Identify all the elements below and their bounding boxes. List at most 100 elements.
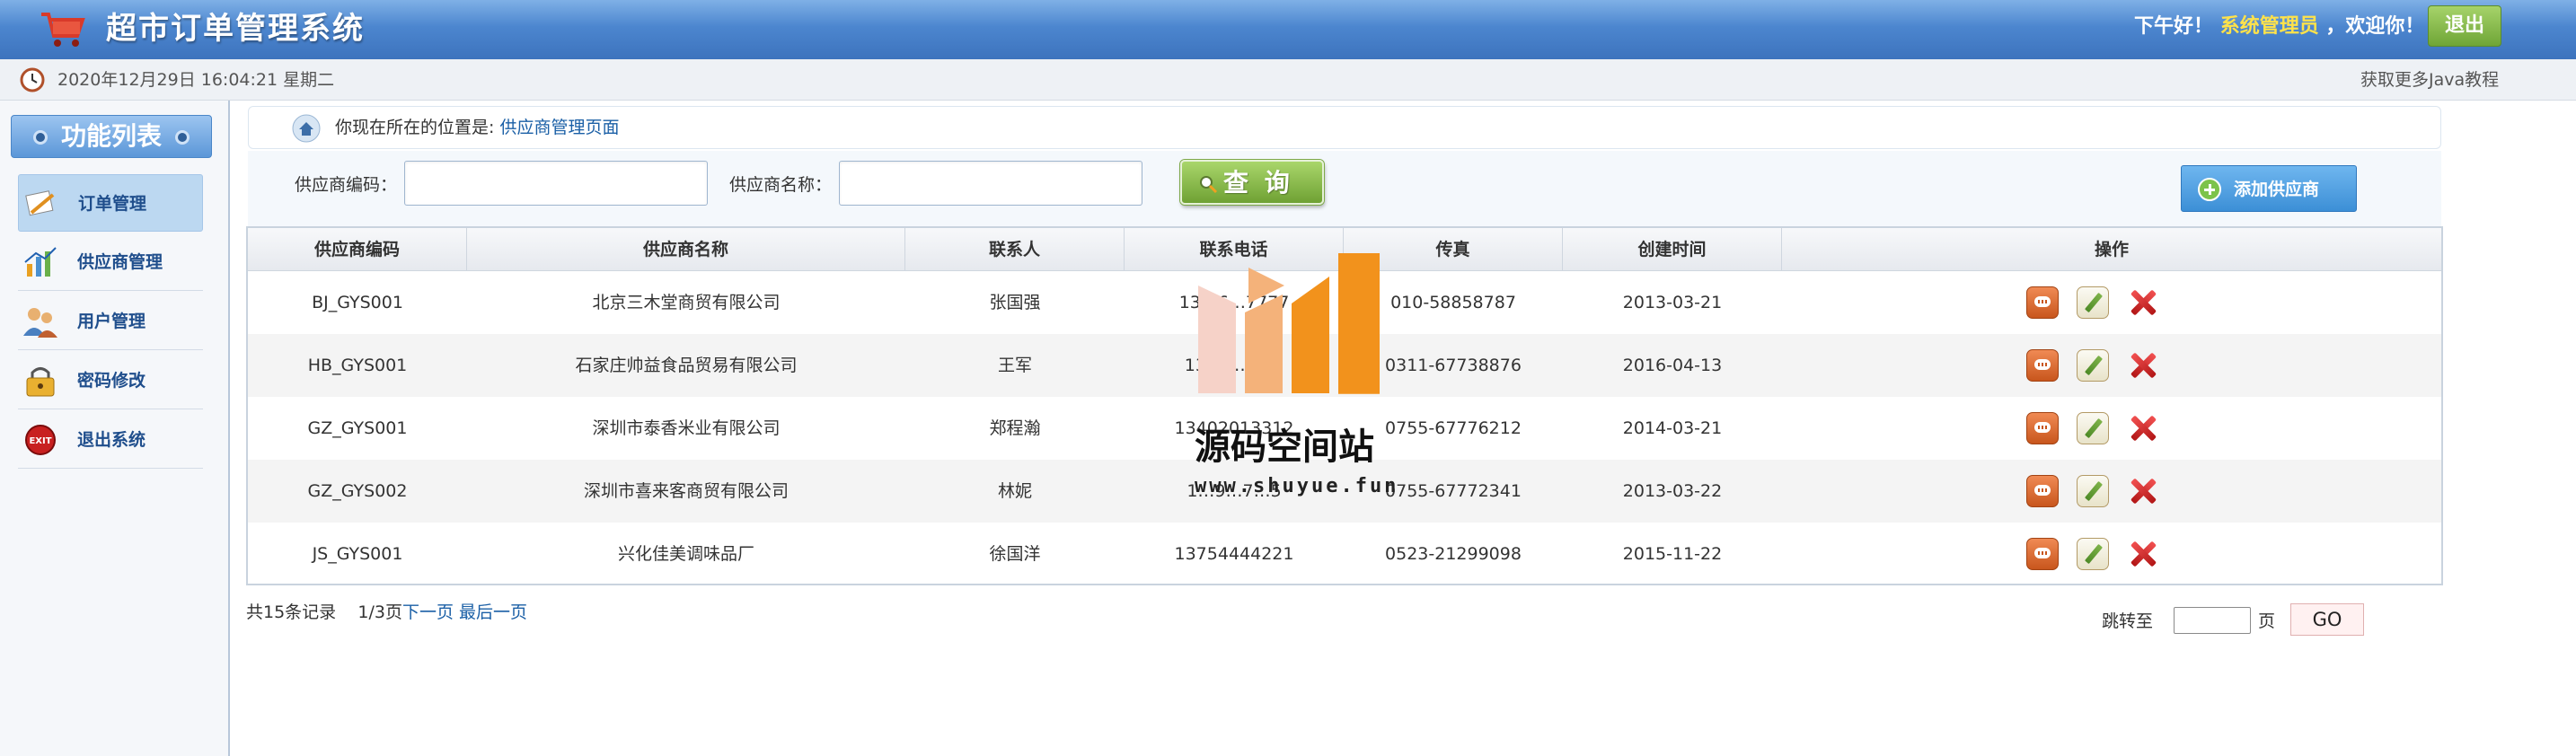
edit-icon[interactable] [2077,538,2109,570]
go-button[interactable]: GO [2290,603,2364,636]
cell-code: BJ_GYS001 [312,293,403,312]
supplier-table: 供应商编码 供应商名称 联系人 联系电话 传真 创建时间 操作 BJ_GYS00… [246,226,2443,585]
cell-fax: 0523-21299098 [1385,544,1522,564]
sidebar: 功能列表 订单管理 供应商管理 用户管理 密码修改 EXIT 退出系统 [0,101,230,756]
cell-created: 2016-04-13 [1622,356,1723,375]
cell-phone: 13…0…421 [1184,356,1284,375]
cell-contact: 徐国洋 [989,544,1041,564]
page-number-input[interactable] [2174,607,2251,634]
row-actions [2026,397,2224,460]
breadcrumb-current: 供应商管理页面 [499,118,620,137]
row-actions [2026,271,2224,334]
svg-text:EXIT: EXIT [29,436,51,446]
plus-icon [2198,178,2221,201]
table-row: HB_GYS001 石家庄帅益食品贸易有限公司 王军 13…0…421 0311… [248,334,2441,397]
cell-code: GZ_GYS002 [307,481,408,501]
edit-icon[interactable] [2077,286,2109,319]
cell-name: 深圳市喜来客商贸有限公司 [583,481,789,501]
sidebar-item-suppliers[interactable]: 供应商管理 [18,233,203,291]
query-button[interactable]: 查 询 [1180,160,1324,205]
table-row: BJ_GYS001 北京三木堂商贸有限公司 张国强 13…6…7777 010-… [248,271,2441,334]
supplier-code-label: 供应商编码： [295,175,398,195]
view-icon[interactable] [2026,412,2059,444]
sidebar-item-label: 退出系统 [77,430,146,450]
cell-contact: 郑程瀚 [989,418,1041,438]
sidebar-item-label: 供应商管理 [77,252,163,272]
sidebar-item-orders[interactable]: 订单管理 [18,174,203,232]
row-actions [2026,523,2224,585]
cell-created: 2013-03-22 [1622,481,1723,501]
exit-icon: EXIT [25,425,56,455]
sidebar-item-users[interactable]: 用户管理 [18,293,203,350]
table-row: GZ_GYS002 深圳市喜来客商贸有限公司 林妮 1…9…7…5 0755-6… [248,460,2441,523]
cell-name: 石家庄帅益食品贸易有限公司 [575,356,798,375]
delete-icon[interactable] [2127,538,2159,570]
cell-name: 深圳市泰香米业有限公司 [592,418,781,438]
logout-button[interactable]: 退出 [2428,5,2501,47]
last-page-link[interactable]: 最后一页 [459,602,527,622]
column-header: 联系电话 [1125,228,1344,271]
table-row: GZ_GYS001 深圳市泰香米业有限公司 郑程瀚 13402013312 07… [248,397,2441,460]
java-tutorial-link[interactable]: 获取更多Java教程 [2360,68,2499,92]
cell-code: GZ_GYS001 [307,418,408,438]
delete-icon[interactable] [2127,286,2159,319]
view-icon[interactable] [2026,475,2059,507]
sidebar-item-password[interactable]: 密码修改 [18,352,203,409]
edit-icon[interactable] [2077,412,2109,444]
cell-phone: 13…6…7777 [1178,293,1290,312]
order-note-icon [25,190,55,216]
app-title: 超市订单管理系统 [106,11,365,47]
cell-name: 兴化佳美调味品厂 [617,544,754,564]
breadcrumb-prefix: 你现在所在的位置是: [335,118,495,137]
cell-phone: 1…9…7…5 [1187,481,1282,501]
lock-icon [26,367,55,397]
supplier-name-label: 供应商名称： [729,175,833,195]
edit-icon[interactable] [2077,475,2109,507]
cell-fax: 0755-67772341 [1385,481,1522,501]
cell-fax: 0755-67776212 [1385,418,1522,438]
breadcrumb-text: 你现在所在的位置是: 供应商管理页面 [335,116,619,139]
sidebar-item-label: 用户管理 [77,312,146,331]
cell-fax: 010-58858787 [1390,293,1516,312]
delete-icon[interactable] [2127,475,2159,507]
cell-fax: 0311-67738876 [1385,356,1522,375]
view-icon[interactable] [2026,349,2059,382]
supplier-code-input[interactable] [404,161,708,206]
function-list-header: 功能列表 [11,115,212,158]
page-indicator: 1/3页 [357,602,402,622]
jump-to-label: 跳转至 [2102,611,2154,631]
column-header: 供应商名称 [467,228,905,271]
add-supplier-button[interactable]: 添加供应商 [2181,165,2357,212]
cell-phone: 13754444221 [1174,544,1294,564]
cell-phone: 13402013312 [1174,418,1294,438]
row-actions [2026,334,2224,397]
sidebar-item-label: 密码修改 [77,371,146,391]
cell-created: 2014-03-21 [1622,418,1723,438]
total-records: 共15条记录 [246,602,337,622]
search-bar: 供应商编码： 供应商名称： 查 询 添加供应商 [248,151,2441,226]
edit-icon[interactable] [2077,349,2109,382]
view-icon[interactable] [2026,538,2059,570]
sidebar-item-label: 订单管理 [78,194,147,214]
pagination-info: 共15条记录 1/3页下一页 最后一页 [246,600,527,625]
cell-created: 2013-03-21 [1622,293,1723,312]
page-unit-label: 页 [2258,611,2276,631]
sidebar-item-exit[interactable]: EXIT 退出系统 [18,411,203,469]
greeting: 下午好！ 系统管理员 ，欢迎你！ [2134,13,2424,41]
users-icon [23,308,57,338]
column-header: 传真 [1344,228,1563,271]
next-page-link[interactable]: 下一页 [402,602,454,622]
column-header: 联系人 [905,228,1125,271]
column-header: 创建时间 [1563,228,1782,271]
view-icon[interactable] [2026,286,2059,319]
cell-code: JS_GYS001 [312,544,403,564]
supplier-name-input[interactable] [839,161,1142,206]
search-icon [1200,176,1218,194]
delete-icon[interactable] [2127,349,2159,382]
greeting-prefix: 下午好！ [2134,15,2214,38]
clock-icon [20,67,45,92]
user-name: 系统管理员 [2219,15,2319,38]
delete-icon[interactable] [2127,412,2159,444]
bullet-icon [175,130,190,145]
supplier-chart-icon [24,247,57,277]
